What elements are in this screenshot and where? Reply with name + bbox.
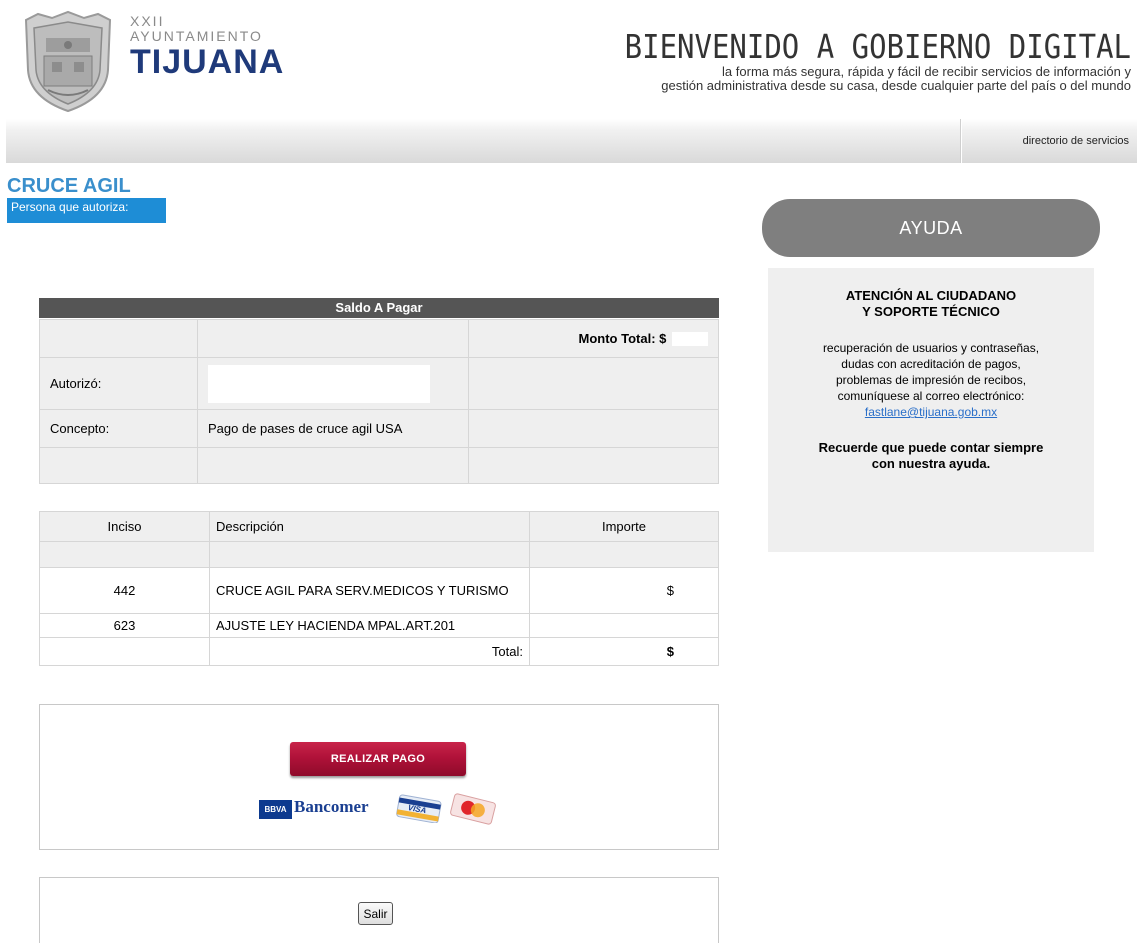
redacted-amount (674, 645, 712, 660)
table-row: Concepto: Pago de pases de cruce agil US… (39, 409, 719, 448)
help-email-link[interactable]: fastlane@tijuana.gob.mx (865, 405, 997, 419)
realizar-pago-button[interactable]: REALIZAR PAGO (290, 742, 466, 776)
row-importe (529, 613, 719, 638)
bbva-badge: BBVA (259, 800, 292, 819)
welcome-banner: BIENVENIDO A GOBIERNO DIGITAL la forma m… (625, 28, 1131, 93)
logo-xxii: XXII (130, 13, 165, 29)
help-box: ATENCIÓN AL CIUDADANO Y SOPORTE TÉCNICO … (768, 268, 1094, 552)
saldo-table: Monto Total: $ Autorizó: Concepto: Pago … (39, 319, 719, 484)
redacted-amount (672, 332, 708, 347)
table-header-row: Inciso Descripción Importe (39, 511, 719, 542)
table-row: 442 CRUCE AGIL PARA SERV.MEDICOS Y TURIS… (39, 567, 719, 614)
services-directory-link[interactable]: directorio de servicios (1023, 135, 1129, 147)
logo-city-name: TIJUANA (130, 43, 285, 81)
welcome-title: BIENVENIDO A GOBIERNO DIGITAL (624, 26, 1131, 66)
monto-total-cell: Monto Total: $ (468, 319, 719, 358)
tijuana-crest-logo (18, 10, 118, 113)
concepto-label: Concepto: (39, 409, 198, 448)
row-importe: $ (529, 567, 719, 614)
autorizo-label: Autorizó: (39, 357, 198, 410)
table-total-row: Total: $ (39, 637, 719, 666)
total-label: Total: (209, 637, 530, 666)
table-row: Autorizó: (39, 357, 719, 410)
page-title: CRUCE AGIL (7, 175, 131, 197)
welcome-subtitle-line2: gestión administrativa desde su casa, de… (661, 78, 1131, 93)
exit-panel: Salir (39, 877, 719, 943)
help-note: Recuerde que puede contar siempre con nu… (818, 440, 1044, 471)
concepto-value: Pago de pases de cruce agil USA (197, 409, 469, 448)
navbar-divider (960, 119, 962, 163)
total-value: $ (529, 637, 719, 666)
row-inciso: 623 (39, 613, 210, 638)
persona-autoriza-label: Persona que autoriza: (7, 198, 166, 223)
col-header-inciso: Inciso (39, 511, 210, 542)
table-row (39, 541, 719, 568)
autorizo-value (197, 357, 469, 410)
row-inciso: 442 (39, 567, 210, 614)
row-descripcion: AJUSTE LEY HACIENDA MPAL.ART.201 (209, 613, 530, 638)
redacted-amount (674, 619, 712, 634)
conceptos-table: Inciso Descripción Importe 442 CRUCE AGI… (39, 511, 719, 666)
ayuntamiento-logo-text: XXII AYUNTAMIENTO TIJUANA (130, 14, 284, 80)
monto-total-label: Monto Total: $ (578, 330, 667, 346)
redacted-name (208, 364, 430, 403)
top-navbar: directorio de servicios (6, 119, 1137, 163)
col-header-descripcion: Descripción (209, 511, 530, 542)
row-descripcion: CRUCE AGIL PARA SERV.MEDICOS Y TURISMO (209, 567, 530, 614)
redacted-amount (674, 584, 712, 599)
table-row: Monto Total: $ (39, 319, 719, 358)
logo-ayuntamiento: AYUNTAMIENTO (130, 28, 263, 44)
payment-panel: REALIZAR PAGO BBVA Bancomer VISA (39, 704, 719, 850)
saldo-header: Saldo A Pagar (39, 298, 719, 318)
help-text: recuperación de usuarios y contraseñas, … (822, 341, 1040, 403)
table-row (39, 447, 719, 484)
col-header-importe: Importe (529, 511, 719, 542)
table-row: 623 AJUSTE LEY HACIENDA MPAL.ART.201 (39, 613, 719, 638)
salir-button[interactable]: Salir (358, 902, 393, 925)
visa-card-icon: VISA (394, 793, 444, 824)
welcome-subtitle-line1: la forma más segura, rápida y fácil de r… (722, 64, 1131, 79)
bancomer-logo: Bancomer (294, 797, 369, 816)
mastercard-icon (448, 793, 498, 825)
help-title: ATENCIÓN AL CIUDADANO Y SOPORTE TÉCNICO (845, 288, 1017, 319)
ayuda-button[interactable]: AYUDA (762, 199, 1100, 257)
